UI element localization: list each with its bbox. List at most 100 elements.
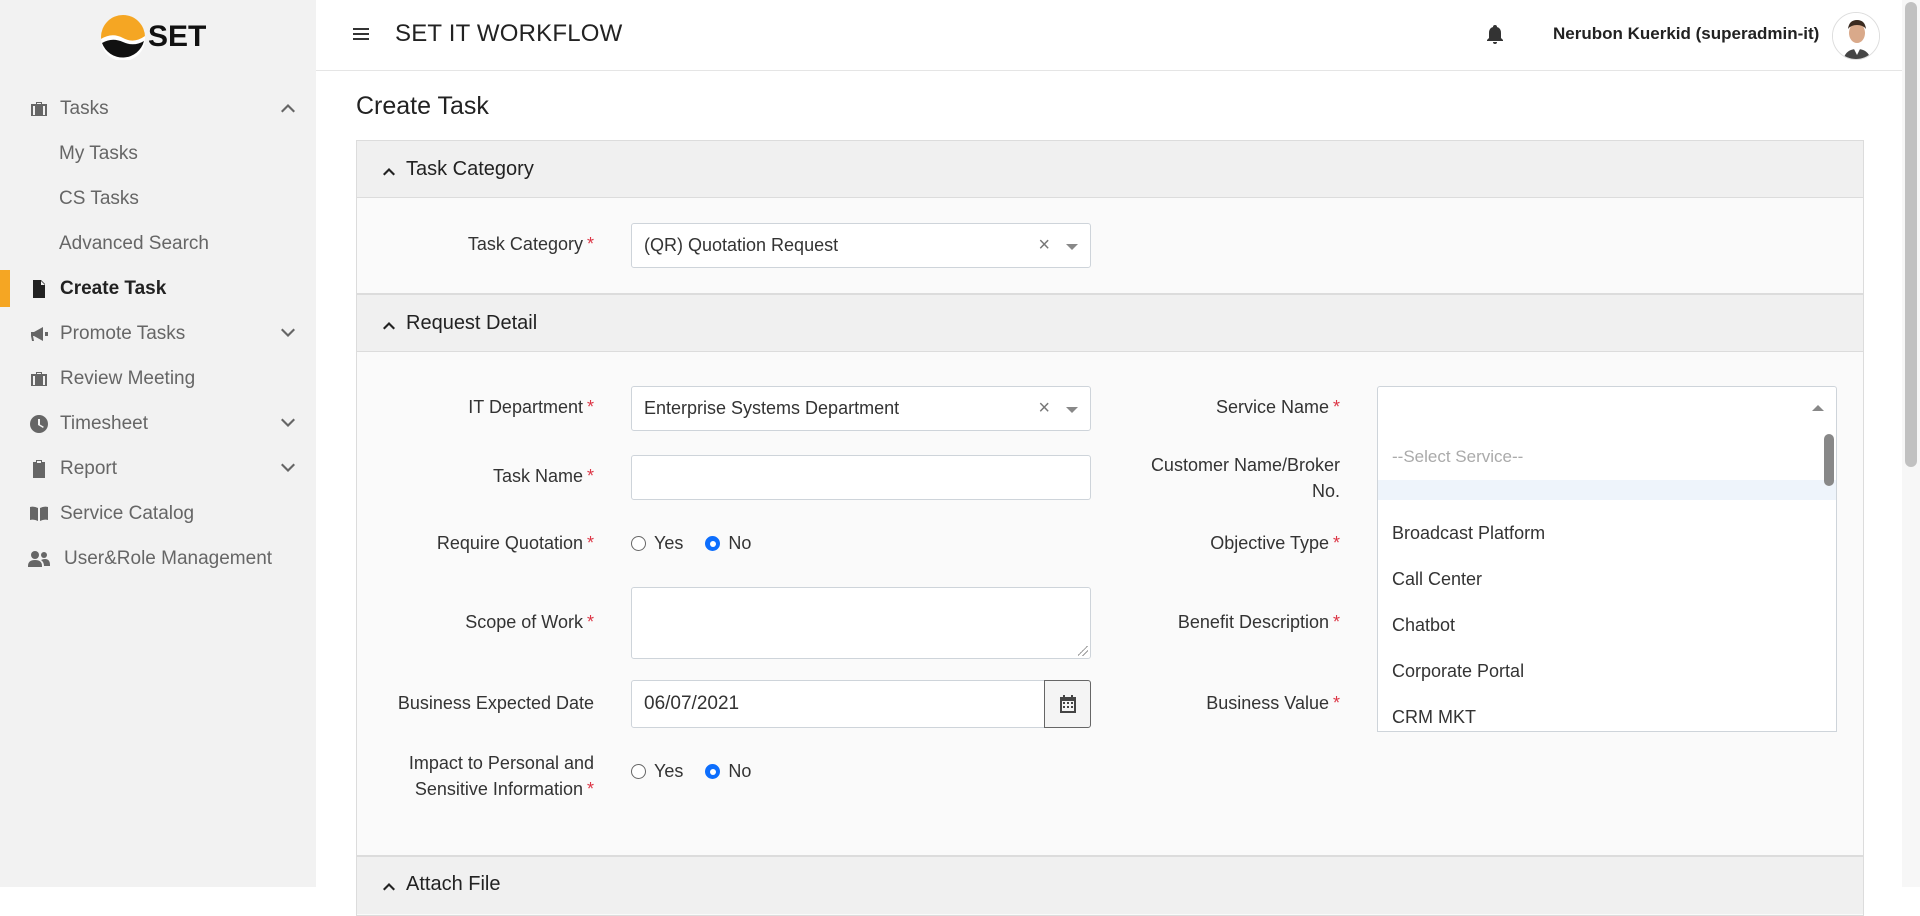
dropdown-option[interactable]: Chatbot [1378, 602, 1836, 648]
attach-file-header[interactable]: Attach File [357, 857, 1863, 914]
file-icon [28, 278, 50, 300]
label-text: Task Name [492, 466, 583, 486]
sidebar-item-label: Review Meeting [60, 367, 196, 389]
sidebar-item-service-catalog[interactable]: Service Catalog [0, 491, 316, 536]
sidebar-item-my-tasks[interactable]: My Tasks [0, 131, 316, 176]
dropdown-option[interactable]: CRM MKT [1378, 694, 1836, 731]
clipboard-icon [28, 458, 50, 480]
sidebar-item-report[interactable]: Report [0, 446, 316, 491]
sidebar-nav: Tasks My Tasks CS Tasks Advanced Search … [0, 86, 316, 581]
sidebar-item-tasks[interactable]: Tasks [0, 86, 316, 131]
sidebar-item-label: Report [60, 457, 118, 479]
task-name-input[interactable] [631, 455, 1091, 500]
chevron-up-icon [280, 100, 296, 116]
customer-name-label: Customer Name/Broker No. [1100, 452, 1340, 504]
radio-button[interactable] [631, 536, 646, 551]
label-text: Scope of Work [465, 612, 583, 632]
hamburger-menu-icon[interactable] [352, 25, 372, 45]
radio-button[interactable] [705, 764, 721, 779]
user-name[interactable]: Nerubon Kuerkid (superadmin-it) [1553, 24, 1819, 44]
task-category-select[interactable]: (QR) Quotation Request × [631, 223, 1091, 268]
book-icon [28, 503, 50, 525]
caret-down-icon [1066, 244, 1078, 250]
service-dropdown-list[interactable]: --Select Service-- Broadcast Platform Ca… [1377, 430, 1837, 732]
resize-handle-icon[interactable] [1078, 646, 1088, 656]
business-expected-date-label: Business Expected Date [356, 693, 594, 714]
chevron-down-icon [280, 460, 296, 476]
label-text: Benefit Description [1177, 612, 1329, 632]
bell-icon[interactable] [1486, 24, 1506, 46]
chevron-down-icon [280, 415, 296, 431]
sidebar-item-promote-tasks[interactable]: Promote Tasks [0, 311, 316, 356]
it-department-label: IT Department * [356, 397, 594, 418]
sidebar-item-label: CS Tasks [59, 187, 139, 209]
task-category-header[interactable]: Task Category [357, 141, 1863, 198]
business-expected-date-input[interactable]: 06/07/2021 [631, 680, 1045, 728]
section-title: Attach File [406, 873, 501, 895]
radio-button[interactable] [631, 764, 646, 779]
radio-option-yes[interactable]: Yes [631, 533, 683, 554]
briefcase-icon [28, 368, 50, 390]
label-text: Impact to Personal and [408, 753, 594, 773]
label-text: Service Name [1215, 397, 1329, 417]
radio-option-yes[interactable]: Yes [631, 761, 683, 782]
calendar-icon [1059, 695, 1076, 713]
task-name-label: Task Name * [356, 466, 594, 487]
dropdown-option[interactable]: Call Center [1378, 556, 1836, 602]
sidebar-item-cs-tasks[interactable]: CS Tasks [0, 176, 316, 221]
radio-label: No [728, 533, 752, 553]
label-text: Business Expected Date [397, 693, 594, 713]
clear-icon[interactable]: × [1038, 397, 1050, 420]
scrollbar-thumb[interactable] [1905, 2, 1917, 467]
logo-text: SET [148, 20, 207, 53]
caret-down-icon [1066, 407, 1078, 413]
clear-icon[interactable]: × [1038, 234, 1050, 257]
required-marker: * [586, 234, 594, 254]
required-marker: * [1332, 693, 1340, 713]
sidebar-item-label: My Tasks [59, 142, 138, 164]
scope-of-work-textarea[interactable] [631, 587, 1091, 659]
label-text: Task Category [467, 234, 583, 254]
dropdown-option[interactable]: Corporate Portal [1378, 648, 1836, 694]
sidebar-item-timesheet[interactable]: Timesheet [0, 401, 316, 446]
users-icon [28, 548, 50, 570]
sidebar-item-review-meeting[interactable]: Review Meeting [0, 356, 316, 401]
required-marker: * [586, 533, 594, 553]
sidebar-item-label: Service Catalog [60, 502, 195, 524]
page-scrollbar[interactable] [1902, 0, 1920, 887]
radio-option-no[interactable]: No [705, 533, 751, 554]
set-logo[interactable]: SET [100, 13, 206, 61]
label-text: Objective Type [1210, 533, 1329, 553]
sidebar-item-advanced-search[interactable]: Advanced Search [0, 221, 316, 266]
section-title: Task Category [406, 157, 534, 180]
scope-of-work-label: Scope of Work * [356, 612, 594, 633]
it-department-select[interactable]: Enterprise Systems Department × [631, 386, 1091, 431]
date-value: 06/07/2021 [644, 693, 740, 714]
clock-icon [28, 413, 50, 435]
chevron-up-icon [382, 877, 396, 891]
service-name-select[interactable] [1377, 386, 1837, 431]
label-text: Business Value [1206, 693, 1329, 713]
sidebar-item-create-task[interactable]: Create Task [0, 266, 316, 311]
radio-label: Yes [654, 533, 684, 553]
radio-option-no[interactable]: No [705, 761, 751, 782]
label-text: Customer Name/Broker [1150, 455, 1340, 475]
user-avatar-icon [1833, 13, 1879, 59]
dropdown-scrollbar-thumb[interactable] [1824, 434, 1834, 486]
request-detail-header[interactable]: Request Detail [357, 295, 1863, 352]
radio-label: No [728, 761, 752, 781]
sidebar-item-label: Timesheet [60, 412, 148, 434]
dropdown-option[interactable] [1378, 480, 1836, 500]
dropdown-option[interactable]: --Select Service-- [1378, 434, 1836, 480]
sidebar-item-user-role-management[interactable]: User&Role Management [0, 536, 316, 581]
avatar[interactable] [1832, 12, 1880, 60]
required-marker: * [1332, 533, 1340, 553]
calendar-button[interactable] [1044, 680, 1091, 728]
radio-button[interactable] [705, 536, 721, 551]
sidebar-item-label: Tasks [60, 97, 109, 119]
require-quotation-label: Require Quotation * [356, 533, 594, 554]
sidebar-item-label: User&Role Management [64, 547, 273, 569]
dropdown-option[interactable]: Broadcast Platform [1378, 510, 1836, 556]
radio-label: Yes [654, 761, 684, 781]
required-marker: * [586, 397, 594, 417]
